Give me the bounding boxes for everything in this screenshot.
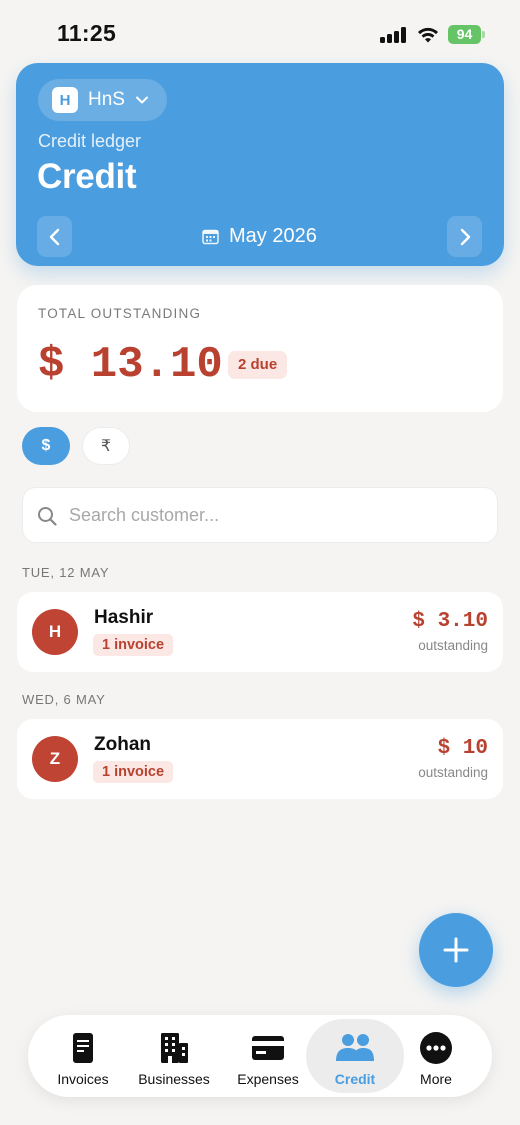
add-credit-button[interactable]: [419, 913, 493, 987]
battery-icon: 94: [448, 25, 485, 44]
page-title: Credit: [37, 157, 137, 196]
tab-invoices[interactable]: Invoices: [42, 1019, 124, 1093]
total-outstanding-card: TOTAL OUTSTANDING $ 13.10 2 due: [17, 285, 503, 412]
currency-chip-usd[interactable]: $: [22, 427, 70, 465]
total-outstanding-amount: $ 13.10: [38, 340, 223, 390]
search-icon: [38, 507, 57, 526]
next-month-button[interactable]: [447, 216, 482, 257]
currency-chip-inr[interactable]: ₹: [82, 427, 130, 465]
invoice-count-badge: 1 invoice: [93, 634, 174, 656]
tab-label: Businesses: [138, 1071, 210, 1087]
page-subtitle: Credit ledger: [38, 131, 142, 151]
month-selector[interactable]: May 2026: [202, 225, 317, 248]
date-group-label: WED, 6 MAY: [22, 692, 106, 707]
bottom-tab-bar: Invoices Businesses Expenses Credit More: [28, 1015, 492, 1097]
battery-level: 94: [448, 25, 481, 44]
tab-label: Expenses: [237, 1071, 299, 1087]
business-switcher[interactable]: H HnS: [38, 79, 167, 121]
customer-avatar: Z: [32, 736, 78, 782]
date-group-label: TUE, 12 MAY: [22, 565, 110, 580]
tab-label: Credit: [334, 1071, 376, 1087]
search-bar: [22, 487, 498, 543]
tab-label: More: [420, 1071, 452, 1087]
tab-more[interactable]: More: [398, 1019, 474, 1093]
total-outstanding-label: TOTAL OUTSTANDING: [38, 306, 202, 321]
status-bar: 11:25 94: [0, 0, 520, 62]
customer-name: Zohan: [94, 734, 151, 755]
chevron-down-icon: [135, 96, 148, 104]
tab-credit[interactable]: Credit: [306, 1019, 404, 1093]
chevron-right-icon: [460, 228, 470, 245]
cellular-signal-icon: [380, 27, 407, 43]
customer-amount: $ 3.10: [412, 610, 488, 633]
invoice-count-badge: 1 invoice: [93, 761, 174, 783]
customer-row[interactable]: H Hashir 1 invoice $ 3.10 outstanding: [17, 592, 503, 672]
business-avatar: H: [52, 87, 78, 113]
tab-businesses[interactable]: Businesses: [132, 1019, 216, 1093]
search-input[interactable]: [69, 488, 479, 542]
document-icon: [73, 1033, 93, 1063]
customer-status: outstanding: [418, 638, 488, 653]
status-time: 11:25: [57, 20, 117, 46]
people-icon: [336, 1034, 374, 1061]
building-icon: [161, 1033, 188, 1063]
tab-label: Invoices: [57, 1071, 109, 1087]
chevron-left-icon: [49, 228, 59, 245]
more-icon: [420, 1032, 452, 1064]
customer-status: outstanding: [418, 765, 488, 780]
customer-avatar: H: [32, 609, 78, 655]
tab-expenses[interactable]: Expenses: [226, 1019, 310, 1093]
business-name: HnS: [88, 89, 125, 110]
plus-icon: [443, 937, 469, 963]
customer-amount: $ 10: [437, 737, 488, 760]
header-card: H HnS Credit ledger Credit May 2026: [16, 63, 504, 266]
customer-row[interactable]: Z Zohan 1 invoice $ 10 outstanding: [17, 719, 503, 799]
previous-month-button[interactable]: [37, 216, 72, 257]
due-count-badge: 2 due: [228, 351, 288, 379]
customer-name: Hashir: [94, 607, 154, 628]
wifi-icon: [418, 27, 438, 43]
credit-card-icon: [252, 1036, 284, 1060]
month-label: May 2026: [229, 225, 317, 247]
calendar-icon: [202, 229, 219, 245]
